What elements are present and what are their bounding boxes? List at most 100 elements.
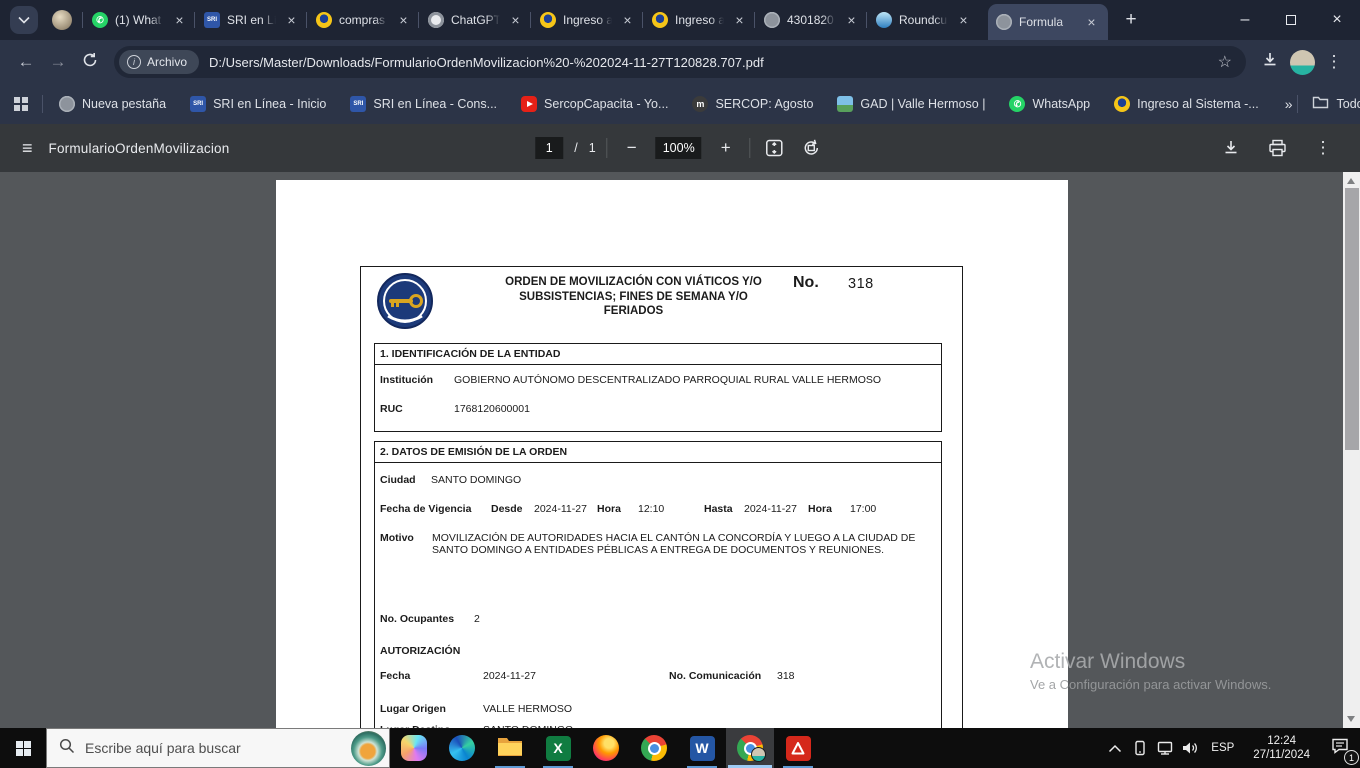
chevron-down-icon — [18, 11, 30, 29]
close-icon[interactable]: × — [619, 12, 636, 29]
close-window-button[interactable]: × — [1314, 0, 1360, 40]
close-icon[interactable]: × — [507, 12, 524, 29]
taskbar-copilot[interactable] — [390, 728, 438, 768]
page-number-input[interactable]: 1 — [535, 137, 564, 159]
search-highlight-icon[interactable] — [351, 731, 386, 766]
bookmark-nueva-pestana[interactable]: Nueva pestaña — [59, 96, 166, 112]
time: 12:24 — [1267, 735, 1297, 747]
taskbar-excel[interactable]: X — [534, 728, 582, 768]
language-indicator[interactable]: ESP — [1202, 742, 1243, 754]
reload-button[interactable] — [74, 46, 106, 78]
close-icon[interactable]: × — [731, 12, 748, 29]
whatsapp-icon: ✆ — [1009, 96, 1026, 112]
pinned-tab-favicon[interactable] — [52, 10, 72, 30]
bookmark-sercop-agosto[interactable]: m SERCOP: Agosto — [692, 96, 813, 112]
tab-search-button[interactable] — [10, 6, 38, 34]
lugar-origen-value: VALLE HERMOSO — [483, 703, 573, 715]
taskbar-clock[interactable]: 12:24 27/11/2024 — [1243, 734, 1320, 762]
taskbar-edge[interactable] — [438, 728, 486, 768]
apps-grid-icon[interactable] — [14, 97, 28, 111]
pdf-download-button[interactable] — [1218, 135, 1244, 161]
taskbar-chrome[interactable] — [630, 728, 678, 768]
close-icon[interactable]: × — [171, 12, 188, 29]
bookmark-whatsapp[interactable]: ✆ WhatsApp — [1009, 96, 1090, 112]
taskbar-search-box[interactable]: Escribe aquí para buscar — [46, 728, 390, 768]
bookmark-sri-consultas[interactable]: SRI SRI en Línea - Cons... — [350, 96, 497, 112]
tab-whatsapp[interactable]: ✆ (1) What × — [82, 0, 196, 40]
browser-tab-strip: ✆ (1) What × SRI SRI en Lí × compras × C… — [0, 0, 1360, 40]
start-button[interactable] — [0, 728, 46, 768]
zoom-level-input[interactable]: 100% — [655, 137, 702, 159]
tab-sri-1[interactable]: SRI SRI en Lí × — [194, 0, 308, 40]
device-icon[interactable] — [1127, 728, 1152, 768]
scroll-up-arrow[interactable] — [1347, 178, 1355, 184]
close-icon[interactable]: × — [843, 12, 860, 29]
fit-page-button[interactable] — [762, 135, 788, 161]
notification-center-button[interactable]: 1 — [1320, 728, 1360, 768]
print-button[interactable] — [1264, 135, 1290, 161]
tab-formulario-active[interactable]: Formula × — [988, 4, 1108, 40]
bookmark-star-icon[interactable]: ☆ — [1218, 52, 1232, 72]
new-tab-button[interactable]: + — [1116, 5, 1146, 35]
bookmark-sercopcapacita[interactable]: SercopCapacita - Yo... — [521, 96, 668, 112]
close-icon[interactable]: × — [395, 12, 412, 29]
tray-expand-button[interactable] — [1102, 728, 1127, 768]
globe-icon — [59, 96, 75, 112]
close-icon[interactable]: × — [1083, 14, 1100, 31]
form-no-value: 318 — [848, 276, 874, 292]
downloads-button[interactable] — [1254, 46, 1286, 78]
network-icon[interactable] — [1152, 728, 1177, 768]
tab-roundcube[interactable]: Roundcu × — [866, 0, 980, 40]
page-separator: / — [574, 141, 578, 155]
ciudad-label: Ciudad — [380, 474, 416, 486]
profile-button[interactable] — [1286, 46, 1318, 78]
scrollbar-thumb[interactable] — [1344, 188, 1359, 450]
address-bar[interactable]: i Archivo D:/Users/Master/Downloads/Form… — [114, 46, 1246, 78]
taskbar-acrobat[interactable] — [774, 728, 822, 768]
zoom-in-button[interactable]: + — [713, 135, 739, 161]
browser-menu-button[interactable]: ⋮ — [1318, 46, 1350, 78]
form-header: ORDEN DE MOVILIZACIÓN CON VIÁTICOS Y/O S… — [361, 267, 962, 343]
contraloria-seal-logo — [376, 272, 434, 335]
tab-label: 4301820 — [787, 13, 834, 27]
close-icon[interactable]: × — [955, 12, 972, 29]
rotate-button[interactable] — [799, 135, 825, 161]
motivo-label: Motivo — [380, 532, 414, 544]
vertical-scrollbar[interactable] — [1343, 172, 1360, 728]
tab-label: Ingreso a — [675, 13, 724, 27]
scroll-down-arrow[interactable] — [1347, 716, 1355, 722]
bookmark-gad-valle-hermoso[interactable]: GAD | Valle Hermoso | — [837, 96, 985, 112]
pdf-menu-icon[interactable]: ≡ — [22, 138, 33, 159]
all-bookmarks-button[interactable]: Todos los marcadores — [1296, 95, 1360, 113]
bookmark-ingreso-sistema[interactable]: Ingreso al Sistema -... — [1114, 96, 1259, 112]
tab-chatgpt[interactable]: ChatGPT × — [418, 0, 532, 40]
taskbar-chrome-active[interactable] — [726, 728, 774, 768]
maximize-icon — [1286, 15, 1296, 25]
volume-icon[interactable] — [1177, 728, 1202, 768]
bookmarks-overflow-chevron[interactable]: » — [1285, 96, 1293, 112]
zoom-out-button[interactable]: − — [619, 135, 645, 161]
bookmark-sri-inicio[interactable]: SRI SRI en Línea - Inicio — [190, 96, 326, 112]
pdf-title: FormularioOrdenMovilizacion — [48, 140, 230, 156]
pdf-more-options-button[interactable]: ⋮ — [1310, 135, 1336, 161]
forward-icon: → — [49, 52, 67, 71]
pdf-viewer-area[interactable]: ORDEN DE MOVILIZACIÓN CON VIÁTICOS Y/O S… — [0, 172, 1360, 728]
edge-icon — [449, 735, 475, 761]
close-icon[interactable]: × — [283, 12, 300, 29]
info-icon: i — [127, 55, 141, 69]
form-title-line2: SUBSISTENCIAS; FINES DE SEMANA Y/O — [519, 290, 748, 303]
taskbar-firefox[interactable] — [582, 728, 630, 768]
bookmark-label: SERCOP: Agosto — [715, 97, 814, 111]
taskbar-word[interactable]: W — [678, 728, 726, 768]
url-text[interactable]: D:/Users/Master/Downloads/FormularioOrde… — [209, 55, 1210, 70]
back-button[interactable]: ← — [10, 46, 42, 78]
file-scheme-chip[interactable]: i Archivo — [119, 50, 200, 74]
tab-ingreso-2[interactable]: Ingreso a × — [642, 0, 756, 40]
maximize-button[interactable] — [1268, 0, 1314, 40]
minimize-button[interactable]: – — [1222, 0, 1268, 40]
taskbar-file-explorer[interactable] — [486, 728, 534, 768]
tab-ingreso-1[interactable]: Ingreso a × — [530, 0, 644, 40]
tab-4301820[interactable]: 4301820 × — [754, 0, 868, 40]
forward-button[interactable]: → — [42, 46, 74, 78]
tab-compras[interactable]: compras × — [306, 0, 420, 40]
